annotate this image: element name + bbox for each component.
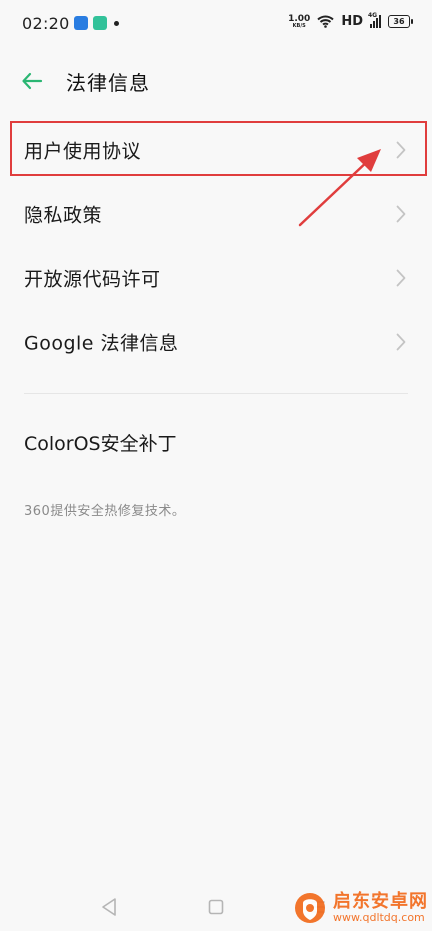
network-type: 4G	[368, 12, 378, 19]
triangle-back-icon[interactable]	[99, 896, 119, 918]
status-time: 02:20	[22, 14, 70, 33]
app-header: 法律信息	[0, 58, 432, 104]
cell-signal-icon: 4G	[368, 12, 381, 28]
hd-indicator: HD	[341, 14, 363, 29]
site-watermark: 启东安卓网 www.qdltdq.com	[293, 891, 428, 925]
list-item-google-legal[interactable]: Google 法律信息	[0, 312, 432, 372]
security-patch-subtext: 360提供安全热修复技术。	[24, 504, 186, 519]
security-patch-label: ColorOS安全补丁	[24, 433, 177, 455]
arrow-left-icon[interactable]	[20, 69, 44, 93]
battery-level: 36	[393, 17, 405, 26]
list-item-privacy-policy[interactable]: 隐私政策	[0, 184, 432, 244]
watermark-title: 启东安卓网	[333, 891, 428, 913]
square-home-icon[interactable]	[206, 896, 226, 918]
status-bar: 02:20 1.00 KB/S HD 4G 36	[0, 0, 432, 50]
section-divider	[24, 393, 408, 394]
list-item-label: Google 法律信息	[24, 332, 179, 355]
chevron-right-icon	[396, 205, 406, 223]
status-indicators: 1.00 KB/S HD 4G 36	[288, 12, 413, 29]
cloud-notification-icon	[74, 16, 88, 30]
list-item-open-source-licenses[interactable]: 开放源代码许可	[0, 248, 432, 308]
watermark-url: www.qdltdq.com	[333, 910, 425, 924]
watermark-text: 启东安卓网 www.qdltdq.com	[333, 892, 428, 924]
notification-icons	[74, 16, 119, 30]
network-speed: 1.00 KB/S	[288, 14, 310, 29]
watermark-logo-icon	[295, 893, 325, 923]
list-item-label: 开放源代码许可	[24, 268, 161, 291]
chevron-right-icon	[396, 333, 406, 351]
page-title: 法律信息	[66, 71, 150, 95]
app-notification-icon	[93, 16, 107, 30]
more-notifications-dot-icon	[114, 20, 119, 26]
highlight-annotation-box	[10, 121, 427, 176]
network-speed-unit: KB/S	[292, 22, 306, 29]
battery-icon: 36	[388, 15, 413, 28]
list-item-label: 隐私政策	[24, 204, 103, 227]
chevron-right-icon	[396, 269, 406, 287]
wifi-icon	[317, 15, 334, 28]
